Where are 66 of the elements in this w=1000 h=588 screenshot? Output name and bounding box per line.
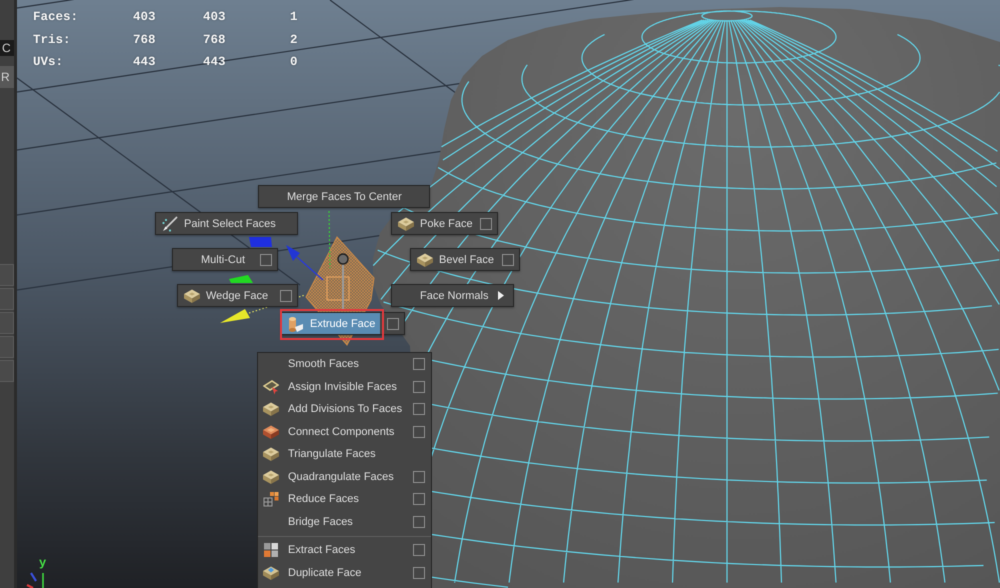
- option-box[interactable]: [280, 290, 292, 302]
- panel-field[interactable]: C: [0, 40, 14, 56]
- menu-item[interactable]: Paint Select Faces: [155, 212, 298, 235]
- stat-value: 403: [133, 10, 156, 24]
- menu-item[interactable]: Multi-Cut: [172, 248, 278, 271]
- stat-label: Tris:: [33, 32, 71, 47]
- option-box[interactable]: [413, 566, 425, 579]
- block-icon: [263, 446, 279, 462]
- block-icon: [398, 216, 414, 232]
- option-box[interactable]: [413, 544, 425, 556]
- stat-value: 443: [133, 55, 156, 70]
- menu-item[interactable]: Extract Faces: [258, 539, 431, 562]
- option-box[interactable]: [413, 516, 425, 528]
- menu-item[interactable]: Poke Face: [391, 212, 498, 235]
- option-box[interactable]: [480, 218, 492, 230]
- manipulator-arrow: [286, 245, 324, 280]
- menu-item[interactable]: Bridge Faces: [258, 510, 431, 533]
- menu-item[interactable]: Assign Invisible Faces: [258, 376, 431, 398]
- block-icon: [263, 401, 279, 418]
- block-icon: [184, 288, 200, 304]
- menu-item[interactable]: Triangulate Faces: [258, 443, 431, 466]
- brush-icon: [162, 216, 178, 232]
- frame-icon: [263, 378, 279, 395]
- menu-item[interactable]: Face Normals: [391, 284, 514, 307]
- stat-value: 0: [290, 55, 298, 70]
- menu-item[interactable]: Duplicate Face: [258, 562, 431, 584]
- center-marker: [326, 276, 350, 301]
- option-box[interactable]: [387, 318, 399, 330]
- menu-item[interactable]: Wedge Face: [177, 284, 298, 307]
- option-box[interactable]: [413, 403, 425, 416]
- option-box[interactable]: [502, 254, 514, 266]
- menu-item[interactable]: Smooth Faces: [258, 353, 431, 376]
- axis-guide-line: [328, 210, 331, 268]
- stat-value: 1: [290, 10, 298, 24]
- menu-item[interactable]: Reduce Faces: [258, 488, 431, 510]
- menu-item[interactable]: Connect Components: [258, 420, 431, 443]
- stat-value: 768: [133, 32, 156, 47]
- block-icon: [263, 468, 279, 485]
- menu-item[interactable]: Add Divisions To Faces: [258, 398, 431, 420]
- stat-value: 403: [203, 10, 226, 24]
- option-box[interactable]: [413, 358, 425, 370]
- block-icon: [417, 252, 433, 268]
- option-box[interactable]: [413, 470, 425, 483]
- stat-label: UVs:: [33, 55, 64, 70]
- option-box[interactable]: [413, 493, 425, 506]
- grid-icon: [263, 491, 279, 508]
- option-box[interactable]: [413, 426, 425, 438]
- block-icon: [263, 424, 279, 440]
- stat-value: 443: [203, 55, 226, 70]
- block-icon: [263, 564, 279, 581]
- menu-item[interactable]: Bevel Face: [410, 248, 520, 271]
- option-box[interactable]: [260, 254, 272, 266]
- menu-item[interactable]: Merge Faces To Center: [258, 185, 430, 208]
- panel-button[interactable]: R: [0, 66, 14, 88]
- stat-value: 768: [203, 32, 226, 47]
- pivot-handle: [337, 253, 349, 311]
- stat-label: Faces:: [33, 10, 78, 24]
- stat-value: 2: [290, 32, 298, 47]
- cylinder-icon: [288, 316, 304, 332]
- axis-label: y: [39, 557, 46, 569]
- plane-handle: [249, 237, 272, 247]
- menu-item[interactable]: Quadrangulate Faces: [258, 466, 431, 488]
- menu-item[interactable]: Extrude Face: [281, 312, 405, 335]
- squares-icon: [263, 542, 279, 558]
- option-box[interactable]: [413, 380, 425, 393]
- axis-gizmo: [26, 572, 44, 588]
